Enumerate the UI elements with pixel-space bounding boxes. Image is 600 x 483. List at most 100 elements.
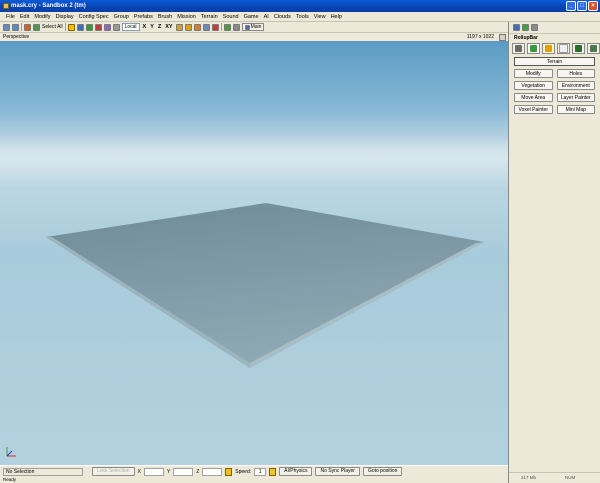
menu-clouds[interactable]: Clouds bbox=[274, 14, 291, 20]
object-icon[interactable] bbox=[223, 23, 231, 31]
terrain-snap-icon[interactable] bbox=[112, 23, 120, 31]
memory-status: 217 Mb NUM bbox=[509, 472, 600, 483]
menu-group[interactable]: Group bbox=[114, 14, 129, 20]
tab-modeling[interactable] bbox=[542, 43, 555, 54]
material-icon[interactable] bbox=[232, 23, 240, 31]
menu-game[interactable]: Game bbox=[244, 14, 259, 20]
menu-file[interactable]: File bbox=[6, 14, 15, 20]
snap-icon[interactable] bbox=[103, 23, 111, 31]
objects-icon bbox=[515, 45, 522, 52]
main-button-label: Main bbox=[250, 24, 262, 30]
no-sync-player-button[interactable]: No Sync Player bbox=[315, 467, 360, 476]
rotate-icon[interactable] bbox=[85, 23, 93, 31]
ruler-icon[interactable] bbox=[211, 23, 219, 31]
speed-input[interactable]: 1 bbox=[254, 467, 267, 476]
select-cursor-icon[interactable] bbox=[67, 23, 75, 31]
close-button[interactable]: × bbox=[588, 1, 598, 11]
grid-icon[interactable] bbox=[175, 23, 183, 31]
mini-map-button[interactable]: Mini Map bbox=[556, 105, 595, 114]
z-coordinate-input[interactable] bbox=[202, 467, 223, 476]
solids-icon bbox=[590, 45, 597, 52]
toolbar-separator bbox=[21, 23, 22, 31]
terrain-section-header[interactable]: Terrain bbox=[514, 57, 595, 66]
voxel-painter-button[interactable]: Voxel Painter bbox=[514, 105, 553, 114]
speed-label: Speed: bbox=[235, 468, 252, 475]
window-title: mask.cry - Sandbox 2 (tm) bbox=[11, 3, 86, 9]
viewport-title[interactable]: Perspective bbox=[3, 33, 29, 41]
rollup-title: RollupBar bbox=[514, 35, 538, 41]
display-icon bbox=[559, 44, 568, 53]
vegetation-button[interactable]: Vegetation bbox=[514, 81, 553, 90]
menu-edit[interactable]: Edit bbox=[20, 14, 29, 20]
menu-config-spec[interactable]: Config Spec bbox=[79, 14, 109, 20]
menu-display[interactable]: Display bbox=[56, 14, 74, 20]
lock-icon[interactable] bbox=[225, 467, 233, 476]
move-area-button[interactable]: Move Area bbox=[514, 93, 553, 102]
menu-tools[interactable]: Tools bbox=[296, 14, 309, 20]
holes-button[interactable]: Holes bbox=[556, 69, 595, 78]
camera-lock-icon[interactable] bbox=[269, 467, 277, 476]
link-icon[interactable] bbox=[24, 23, 31, 31]
terrain-plane bbox=[46, 203, 484, 368]
menu-help[interactable]: Help bbox=[331, 14, 342, 20]
menu-terrain[interactable]: Terrain bbox=[201, 14, 218, 20]
modify-button[interactable]: Modify bbox=[514, 69, 553, 78]
axis-x-button[interactable]: X bbox=[142, 24, 148, 30]
menu-brush[interactable]: Brush bbox=[158, 14, 172, 20]
brush-icon bbox=[545, 45, 552, 52]
main-button[interactable]: Main bbox=[241, 23, 265, 31]
axis-xy-button[interactable]: XY bbox=[164, 24, 173, 30]
redo-icon[interactable] bbox=[12, 23, 19, 31]
menu-prefabs[interactable]: Prefabs bbox=[134, 14, 153, 20]
layer-icon[interactable] bbox=[193, 23, 201, 31]
terrain-top-face bbox=[46, 203, 484, 368]
rollup-settings-icon[interactable] bbox=[531, 24, 538, 31]
menu-ai[interactable]: AI bbox=[264, 14, 269, 20]
tab-solids[interactable] bbox=[587, 43, 600, 54]
main-toolbar: Select All Local X Y Z XY Main bbox=[0, 22, 508, 33]
axis-z-button[interactable]: Z bbox=[157, 24, 162, 30]
scale-icon[interactable] bbox=[94, 23, 102, 31]
selection-status: No Selection bbox=[3, 467, 83, 476]
unlink-icon[interactable] bbox=[33, 23, 40, 31]
ready-status: Ready bbox=[3, 477, 17, 482]
folder-icon[interactable] bbox=[184, 23, 192, 31]
tab-layers[interactable] bbox=[572, 43, 585, 54]
menu-sound[interactable]: Sound bbox=[223, 14, 239, 20]
camera-icon[interactable] bbox=[202, 23, 210, 31]
toolbar-separator bbox=[220, 23, 222, 31]
goto-position-button[interactable]: Goto position bbox=[362, 467, 403, 476]
move-icon[interactable] bbox=[76, 23, 84, 31]
x-coordinate-input[interactable] bbox=[143, 467, 164, 476]
environment-button[interactable]: Environment bbox=[556, 81, 595, 90]
axis-y-button[interactable]: Y bbox=[149, 24, 155, 30]
rollup-layers-icon[interactable] bbox=[513, 24, 520, 31]
layer-painter-button[interactable]: Layer Painter bbox=[556, 93, 595, 102]
home-icon bbox=[244, 24, 250, 30]
menu-modify[interactable]: Modify bbox=[34, 14, 50, 20]
status-bar: No Selection Lock Selection X Y Z Speed:… bbox=[0, 465, 508, 477]
y-coordinate-input[interactable] bbox=[173, 467, 194, 476]
tab-terrain[interactable] bbox=[527, 43, 540, 54]
minimize-button[interactable]: _ bbox=[566, 1, 576, 11]
coordinate-system-select[interactable]: Local bbox=[121, 23, 140, 31]
app-icon bbox=[3, 3, 9, 9]
lock-selection-button[interactable]: Lock Selection bbox=[92, 467, 135, 476]
z-label: Z bbox=[196, 468, 200, 475]
undo-icon[interactable] bbox=[3, 23, 10, 31]
terrain-tools: Modify Holes Vegetation Environment Move… bbox=[514, 69, 595, 114]
select-all-label[interactable]: Select All bbox=[42, 24, 63, 30]
perspective-viewport[interactable] bbox=[0, 41, 508, 465]
ai-physics-button[interactable]: AI/Physics bbox=[279, 467, 313, 476]
maximize-button[interactable]: □ bbox=[577, 1, 587, 11]
memory-usage: 217 Mb bbox=[521, 475, 537, 480]
menu-mission[interactable]: Mission bbox=[177, 14, 196, 20]
axis-gizmo-icon bbox=[6, 447, 16, 457]
tab-display[interactable] bbox=[557, 43, 570, 54]
viewport-maximize-icon[interactable] bbox=[499, 34, 506, 41]
rollup-pin-icon[interactable] bbox=[522, 24, 529, 31]
toolbar-separator bbox=[64, 23, 66, 31]
menu-bar: File Edit Modify Display Config Spec Gro… bbox=[0, 12, 600, 22]
tab-objects[interactable] bbox=[512, 43, 525, 54]
menu-view[interactable]: View bbox=[314, 14, 326, 20]
